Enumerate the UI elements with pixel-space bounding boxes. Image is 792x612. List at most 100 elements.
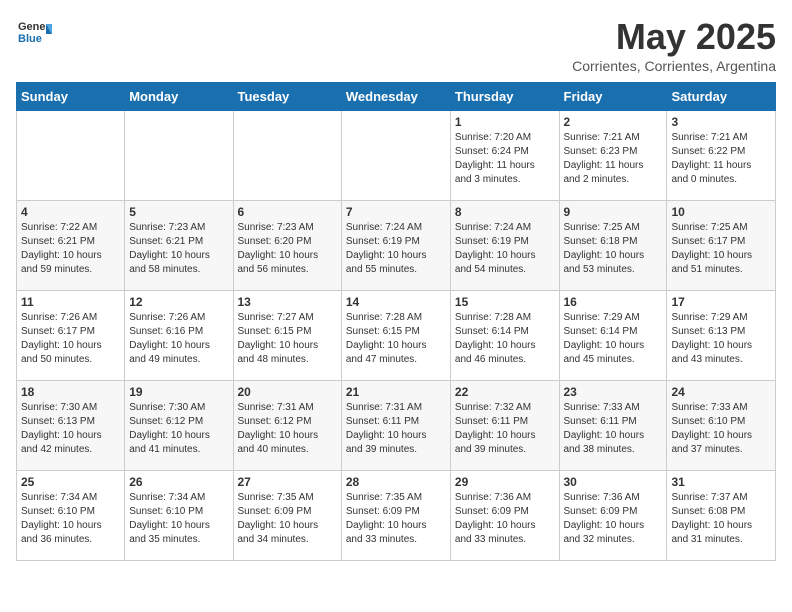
day-cell: 24Sunrise: 7:33 AM Sunset: 6:10 PM Dayli… (667, 381, 776, 471)
day-cell: 7Sunrise: 7:24 AM Sunset: 6:19 PM Daylig… (341, 201, 450, 291)
day-info: Sunrise: 7:29 AM Sunset: 6:13 PM Dayligh… (671, 311, 771, 367)
day-info: Sunrise: 7:34 AM Sunset: 6:10 PM Dayligh… (21, 491, 120, 547)
day-info: Sunrise: 7:26 AM Sunset: 6:16 PM Dayligh… (129, 311, 228, 367)
day-number: 4 (21, 205, 120, 219)
day-number: 31 (671, 475, 771, 489)
day-number: 26 (129, 475, 228, 489)
header-sunday: Sunday (17, 83, 125, 111)
day-number: 6 (238, 205, 337, 219)
day-info: Sunrise: 7:35 AM Sunset: 6:09 PM Dayligh… (346, 491, 446, 547)
day-cell (125, 111, 233, 201)
day-cell: 18Sunrise: 7:30 AM Sunset: 6:13 PM Dayli… (17, 381, 125, 471)
day-cell: 26Sunrise: 7:34 AM Sunset: 6:10 PM Dayli… (125, 471, 233, 561)
day-info: Sunrise: 7:23 AM Sunset: 6:21 PM Dayligh… (129, 221, 228, 277)
day-cell: 1 Sunrise: 7:20 AM Sunset: 6:24 PM Daylig… (450, 111, 559, 201)
day-cell: 4 Sunrise: 7:22 AM Sunset: 6:21 PM Daylig… (17, 201, 125, 291)
calendar-title: May 2025 (572, 16, 776, 58)
day-cell: 20 Sunrise: 7:31 AM Sunset: 6:12 PM Dayli… (233, 381, 341, 471)
day-info: Sunrise: 7:33 AM Sunset: 6:11 PM Dayligh… (564, 401, 663, 457)
day-number: 2 (564, 115, 663, 129)
day-cell: 13 Sunrise: 7:27 AM Sunset: 6:15 PM Dayli… (233, 291, 341, 381)
day-number: 1 (455, 115, 555, 129)
day-info: Sunrise: 7:31 AM Sunset: 6:11 PM Dayligh… (346, 401, 446, 457)
day-info: Sunrise: 7:37 AM Sunset: 6:08 PM Dayligh… (671, 491, 771, 547)
day-number: 30 (564, 475, 663, 489)
day-number: 24 (671, 385, 771, 399)
week-row-3: 18Sunrise: 7:30 AM Sunset: 6:13 PM Dayli… (17, 381, 776, 471)
week-row-2: 11 Sunrise: 7:26 AM Sunset: 6:17 PM Dayli… (17, 291, 776, 381)
day-cell: 11 Sunrise: 7:26 AM Sunset: 6:17 PM Dayli… (17, 291, 125, 381)
day-cell: 10 Sunrise: 7:25 AM Sunset: 6:17 PM Dayli… (667, 201, 776, 291)
day-info: Sunrise: 7:26 AM Sunset: 6:17 PM Dayligh… (21, 311, 120, 367)
day-info: Sunrise: 7:22 AM Sunset: 6:21 PM Dayligh… (21, 221, 120, 277)
header-tuesday: Tuesday (233, 83, 341, 111)
week-row-1: 4 Sunrise: 7:22 AM Sunset: 6:21 PM Daylig… (17, 201, 776, 291)
day-cell: 22 Sunrise: 7:32 AM Sunset: 6:11 PM Dayli… (450, 381, 559, 471)
day-cell: 21 Sunrise: 7:31 AM Sunset: 6:11 PM Dayli… (341, 381, 450, 471)
day-number: 3 (671, 115, 771, 129)
day-number: 11 (21, 295, 120, 309)
day-info: Sunrise: 7:32 AM Sunset: 6:11 PM Dayligh… (455, 401, 555, 457)
day-info: Sunrise: 7:29 AM Sunset: 6:14 PM Dayligh… (564, 311, 663, 367)
logo-mark: General Blue (16, 16, 52, 57)
day-number: 14 (346, 295, 446, 309)
header-row: SundayMondayTuesdayWednesdayThursdayFrid… (17, 83, 776, 111)
day-info: Sunrise: 7:28 AM Sunset: 6:15 PM Dayligh… (346, 311, 446, 367)
header-thursday: Thursday (450, 83, 559, 111)
header-monday: Monday (125, 83, 233, 111)
calendar-header: SundayMondayTuesdayWednesdayThursdayFrid… (17, 83, 776, 111)
day-info: Sunrise: 7:21 AM Sunset: 6:22 PM Dayligh… (671, 131, 771, 187)
day-number: 12 (129, 295, 228, 309)
day-info: Sunrise: 7:31 AM Sunset: 6:12 PM Dayligh… (238, 401, 337, 457)
day-cell (17, 111, 125, 201)
day-number: 23 (564, 385, 663, 399)
day-number: 8 (455, 205, 555, 219)
day-number: 25 (21, 475, 120, 489)
day-info: Sunrise: 7:23 AM Sunset: 6:20 PM Dayligh… (238, 221, 337, 277)
day-info: Sunrise: 7:27 AM Sunset: 6:15 PM Dayligh… (238, 311, 337, 367)
header: General Blue May 2025 Corrientes, Corrie… (16, 16, 776, 74)
day-number: 29 (455, 475, 555, 489)
day-number: 18 (21, 385, 120, 399)
day-info: Sunrise: 7:25 AM Sunset: 6:17 PM Dayligh… (671, 221, 771, 277)
header-wednesday: Wednesday (341, 83, 450, 111)
day-info: Sunrise: 7:24 AM Sunset: 6:19 PM Dayligh… (346, 221, 446, 277)
day-cell: 17Sunrise: 7:29 AM Sunset: 6:13 PM Dayli… (667, 291, 776, 381)
day-number: 16 (564, 295, 663, 309)
day-number: 22 (455, 385, 555, 399)
day-cell: 27Sunrise: 7:35 AM Sunset: 6:09 PM Dayli… (233, 471, 341, 561)
day-info: Sunrise: 7:28 AM Sunset: 6:14 PM Dayligh… (455, 311, 555, 367)
day-cell: 15 Sunrise: 7:28 AM Sunset: 6:14 PM Dayli… (450, 291, 559, 381)
day-cell: 6 Sunrise: 7:23 AM Sunset: 6:20 PM Daylig… (233, 201, 341, 291)
day-number: 21 (346, 385, 446, 399)
day-number: 19 (129, 385, 228, 399)
calendar-subtitle: Corrientes, Corrientes, Argentina (572, 58, 776, 74)
day-info: Sunrise: 7:20 AM Sunset: 6:24 PM Dayligh… (455, 131, 555, 187)
day-cell: 30 Sunrise: 7:36 AM Sunset: 6:09 PM Dayli… (559, 471, 667, 561)
day-info: Sunrise: 7:24 AM Sunset: 6:19 PM Dayligh… (455, 221, 555, 277)
day-info: Sunrise: 7:35 AM Sunset: 6:09 PM Dayligh… (238, 491, 337, 547)
header-friday: Friday (559, 83, 667, 111)
week-row-0: 1 Sunrise: 7:20 AM Sunset: 6:24 PM Daylig… (17, 111, 776, 201)
svg-text:Blue: Blue (18, 33, 42, 45)
day-cell: 19 Sunrise: 7:30 AM Sunset: 6:12 PM Dayli… (125, 381, 233, 471)
day-number: 10 (671, 205, 771, 219)
day-cell: 8 Sunrise: 7:24 AM Sunset: 6:19 PM Daylig… (450, 201, 559, 291)
day-cell: 16 Sunrise: 7:29 AM Sunset: 6:14 PM Dayli… (559, 291, 667, 381)
day-cell: 25 Sunrise: 7:34 AM Sunset: 6:10 PM Dayli… (17, 471, 125, 561)
week-row-4: 25 Sunrise: 7:34 AM Sunset: 6:10 PM Dayli… (17, 471, 776, 561)
day-info: Sunrise: 7:30 AM Sunset: 6:12 PM Dayligh… (129, 401, 228, 457)
day-number: 20 (238, 385, 337, 399)
day-cell: 3 Sunrise: 7:21 AM Sunset: 6:22 PM Daylig… (667, 111, 776, 201)
day-info: Sunrise: 7:36 AM Sunset: 6:09 PM Dayligh… (564, 491, 663, 547)
day-number: 15 (455, 295, 555, 309)
day-number: 28 (346, 475, 446, 489)
day-cell: 2Sunrise: 7:21 AM Sunset: 6:23 PM Daylig… (559, 111, 667, 201)
day-cell: 29Sunrise: 7:36 AM Sunset: 6:09 PM Dayli… (450, 471, 559, 561)
day-number: 9 (564, 205, 663, 219)
day-cell: 5Sunrise: 7:23 AM Sunset: 6:21 PM Daylig… (125, 201, 233, 291)
day-number: 13 (238, 295, 337, 309)
day-cell: 12 Sunrise: 7:26 AM Sunset: 6:16 PM Dayli… (125, 291, 233, 381)
day-info: Sunrise: 7:25 AM Sunset: 6:18 PM Dayligh… (564, 221, 663, 277)
day-cell: 31 Sunrise: 7:37 AM Sunset: 6:08 PM Dayli… (667, 471, 776, 561)
